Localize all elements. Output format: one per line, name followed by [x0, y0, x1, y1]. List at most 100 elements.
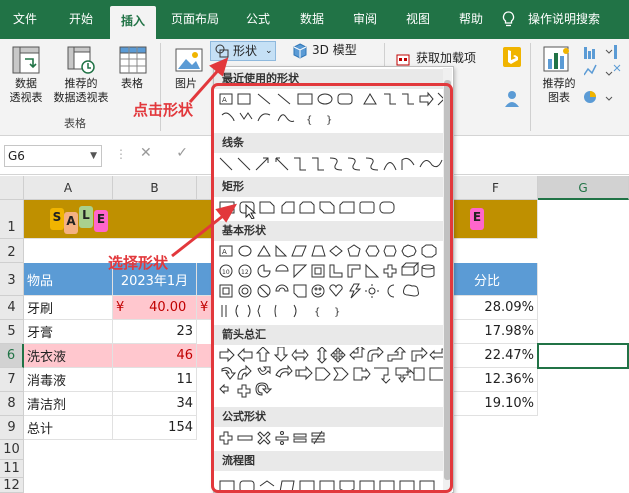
row-header-7[interactable]: 7: [0, 368, 24, 392]
help-search[interactable]: 操作说明搜索: [528, 0, 600, 39]
tab-view[interactable]: 视图: [396, 0, 440, 39]
flowchart-row[interactable]: [218, 473, 450, 493]
3d-model-button[interactable]: 3D 模型: [292, 41, 362, 61]
lines-row[interactable]: [218, 155, 450, 175]
recommended-charts-label[interactable]: 推荐的 图表: [536, 77, 582, 105]
col-header-f[interactable]: F: [454, 176, 538, 200]
tab-file[interactable]: 文件: [0, 0, 50, 39]
sale-letter-l: L: [79, 206, 93, 228]
header-item[interactable]: 物品: [24, 263, 113, 296]
pivot-table-label[interactable]: 数据 透视表: [2, 77, 50, 105]
table-label[interactable]: 表格: [112, 77, 152, 91]
item-cell[interactable]: 清洁剂: [24, 392, 113, 416]
table-icon[interactable]: [118, 45, 148, 75]
chevron-down-icon[interactable]: ▼: [90, 146, 97, 166]
bing-icon[interactable]: [503, 47, 521, 67]
svg-text:10: 10: [222, 269, 230, 276]
col-header-c[interactable]: [197, 176, 213, 200]
sale-letter-e-right: E: [470, 208, 484, 230]
shapes-icon: [215, 44, 229, 58]
value-cell[interactable]: ¥ 40.00: [113, 296, 197, 320]
banner-cell-right[interactable]: [454, 200, 538, 239]
svg-text:}: }: [326, 115, 332, 126]
block-arrows-grid[interactable]: [218, 347, 450, 405]
col-header-b[interactable]: B: [113, 176, 197, 200]
percent-cell[interactable]: 22.47%: [454, 344, 538, 368]
item-cell[interactable]: 洗衣液: [24, 344, 113, 368]
col-header-a[interactable]: A: [24, 176, 113, 200]
cube-icon: [293, 43, 307, 59]
tab-home[interactable]: 开始: [56, 0, 106, 39]
value-cell[interactable]: 154: [113, 416, 197, 440]
tab-review[interactable]: 审阅: [343, 0, 387, 39]
dropdown-scrollbar[interactable]: [443, 68, 452, 493]
svg-text:A: A: [222, 248, 227, 256]
tab-formulas[interactable]: 公式: [236, 0, 280, 39]
annotation-select-shape: 选择形状: [108, 254, 169, 272]
ribbon-separator: [530, 43, 531, 131]
item-cell[interactable]: 总计: [24, 416, 113, 440]
lightbulb-icon: [502, 11, 515, 27]
percent-cell[interactable]: 28.09%: [454, 296, 538, 320]
percent-cell[interactable]: 19.10%: [454, 392, 538, 416]
annotation-click-shapes: 点击形状: [133, 101, 194, 119]
row-header-2[interactable]: 2: [0, 239, 24, 263]
recent-shapes-row[interactable]: A { }: [218, 91, 450, 129]
shapes-button[interactable]: 形状 ⌄: [210, 41, 276, 61]
value-cell[interactable]: 34: [113, 392, 197, 416]
header-share[interactable]: 分比: [454, 263, 538, 296]
header-c[interactable]: [197, 263, 213, 296]
c-cell-partial[interactable]: [197, 344, 213, 368]
tab-page-layout[interactable]: 页面布局: [163, 0, 227, 39]
row-header-11[interactable]: 11: [0, 460, 24, 478]
recommended-charts-icon[interactable]: [542, 45, 572, 75]
row-header-4[interactable]: 4: [0, 296, 24, 320]
cancel-icon[interactable]: ✕: [140, 145, 152, 161]
confirm-icon[interactable]: ✓: [176, 145, 188, 161]
section-basic-shapes: 基本形状: [214, 221, 447, 241]
equation-shapes-row[interactable]: [218, 429, 450, 449]
col-header-g[interactable]: G: [538, 176, 629, 200]
row-header-1[interactable]: 1: [0, 200, 24, 239]
picture-label[interactable]: 图片: [170, 77, 202, 91]
chart-type-icons[interactable]: [584, 45, 624, 115]
pivot-table-text: 数据 透视表: [9, 77, 43, 104]
c-cell-partial[interactable]: ¥: [197, 296, 213, 320]
sale-letter-a: A: [64, 212, 78, 234]
pivot-table-icon[interactable]: [11, 45, 41, 75]
row-header-6[interactable]: 6: [0, 344, 24, 368]
value-cell[interactable]: 46: [113, 344, 197, 368]
picture-icon[interactable]: [174, 45, 204, 75]
row-header-5[interactable]: 5: [0, 320, 24, 344]
percent-cell[interactable]: 17.98%: [454, 320, 538, 344]
row-header-8[interactable]: 8: [0, 392, 24, 416]
percent-cell[interactable]: 12.36%: [454, 368, 538, 392]
value-cell[interactable]: 11: [113, 368, 197, 392]
row-header-12[interactable]: 12: [0, 478, 24, 493]
row-header-3[interactable]: 3: [0, 263, 24, 296]
selected-cell-g6[interactable]: [537, 343, 629, 369]
tab-insert[interactable]: 插入: [110, 6, 156, 39]
recommended-pivot-label[interactable]: 推荐的 数据透视表: [50, 77, 112, 105]
item-cell[interactable]: 消毒液: [24, 368, 113, 392]
rectangles-row[interactable]: [218, 199, 450, 219]
row-header-9[interactable]: 9: [0, 416, 24, 440]
sale-letter-e: E: [94, 210, 108, 232]
value-cell[interactable]: 23: [113, 320, 197, 344]
section-recent-shapes: 最近使用的形状: [214, 69, 447, 89]
item-cell[interactable]: 牙膏: [24, 320, 113, 344]
recommended-charts-text: 推荐的 图表: [542, 77, 576, 104]
row-header-10[interactable]: 10: [0, 440, 24, 460]
shapes-dropdown: 最近使用的形状 A { } 线条 矩形 基本形状 A 10 12 {} 箭头总…: [213, 66, 454, 493]
tab-data[interactable]: 数据: [290, 0, 334, 39]
formula-buttons: ✕ ✓: [140, 145, 188, 161]
people-icon[interactable]: [503, 89, 521, 109]
3d-model-label: 3D 模型: [312, 43, 357, 57]
item-cell[interactable]: 牙刷: [24, 296, 113, 320]
corner-cell[interactable]: [0, 176, 24, 200]
scrollbar-thumb[interactable]: [444, 80, 451, 480]
basic-shapes-grid[interactable]: A 10 12 {}: [218, 243, 450, 321]
name-box[interactable]: G6 ▼: [4, 145, 102, 167]
recommended-pivot-icon[interactable]: [66, 45, 96, 75]
tab-help[interactable]: 帮助: [449, 0, 493, 39]
